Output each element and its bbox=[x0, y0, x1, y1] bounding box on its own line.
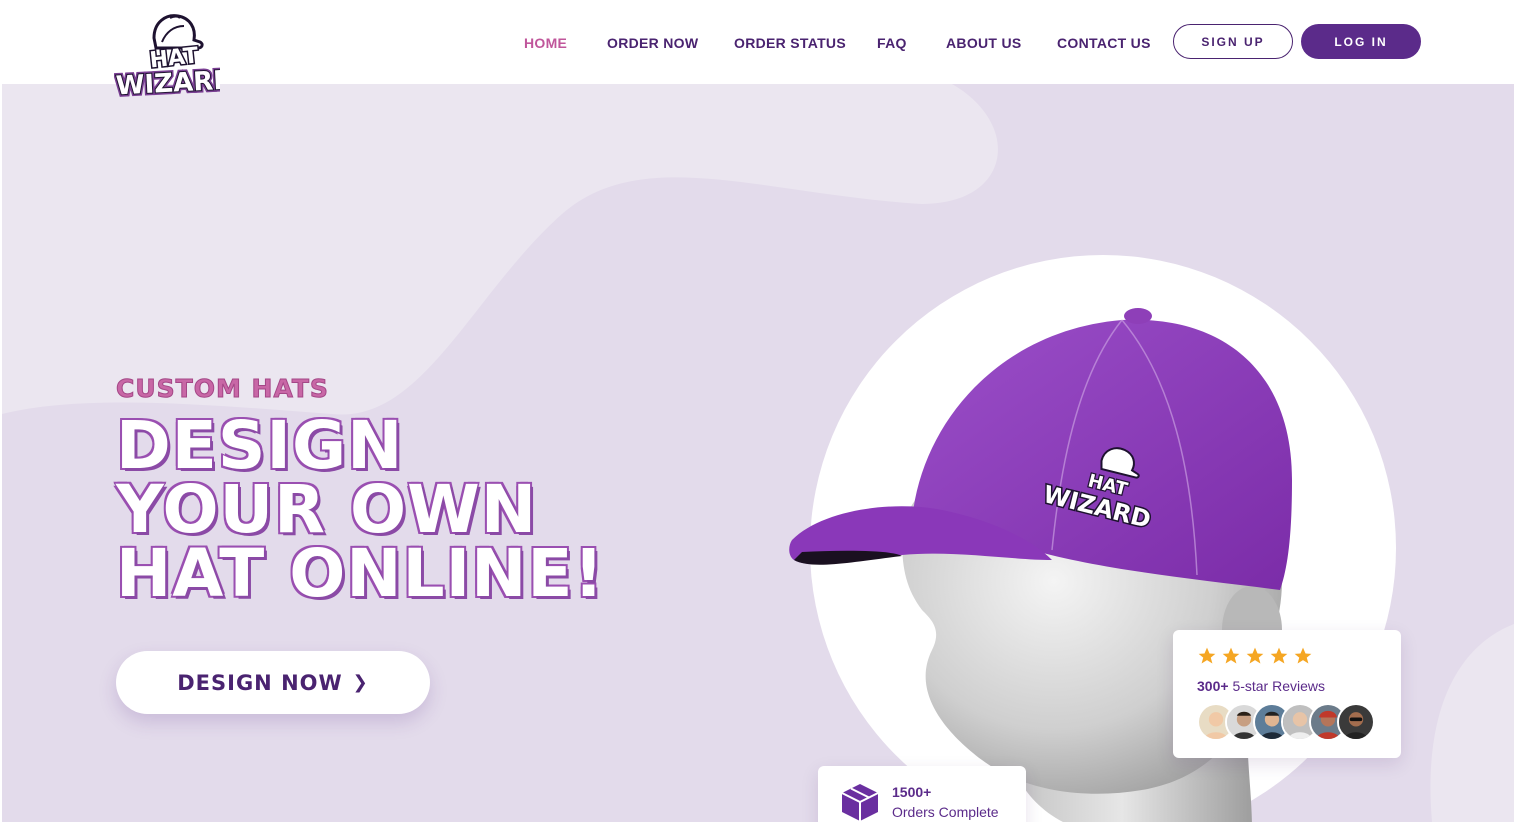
nav-home[interactable]: HOME bbox=[524, 35, 567, 51]
orders-label: Orders Complete bbox=[892, 804, 999, 820]
hero-section: CUSTOM HATS DESIGN YOUR OWN HAT ONLINE! … bbox=[2, 84, 1514, 822]
nav-order-now[interactable]: ORDER NOW bbox=[607, 35, 698, 51]
reviews-card: 300+ 5-star Reviews bbox=[1173, 630, 1401, 758]
orders-card: 1500+ Orders Complete bbox=[818, 766, 1026, 822]
star-icon bbox=[1294, 647, 1312, 664]
svg-text:WIZARD: WIZARD bbox=[115, 65, 220, 100]
star-icon bbox=[1198, 647, 1216, 664]
headline-line-1: DESIGN bbox=[115, 407, 404, 484]
nav-about-us[interactable]: ABOUT US bbox=[946, 35, 1022, 51]
sign-up-button[interactable]: SIGN UP bbox=[1173, 24, 1293, 59]
star-icon bbox=[1246, 647, 1264, 664]
nav-faq[interactable]: FAQ bbox=[877, 35, 907, 51]
log-in-button[interactable]: LOG IN bbox=[1301, 24, 1421, 59]
hat-wizard-logo[interactable]: HAT WIZARD WIZARD bbox=[114, 12, 220, 100]
reviewer-avatars bbox=[1197, 703, 1375, 741]
hero-headline: DESIGN YOUR OWN HAT ONLINE! bbox=[115, 407, 605, 612]
orders-count: 1500+ bbox=[892, 784, 932, 800]
star-icon bbox=[1222, 647, 1240, 664]
hero-eyebrow: CUSTOM HATS bbox=[116, 374, 329, 404]
avatar bbox=[1337, 703, 1375, 741]
star-icon bbox=[1270, 647, 1288, 664]
reviews-summary: 300+ 5-star Reviews bbox=[1197, 678, 1325, 694]
headline-line-2: YOUR OWN bbox=[115, 471, 538, 548]
chevron-right-icon: ❯ bbox=[352, 672, 369, 693]
nav-order-status[interactable]: ORDER STATUS bbox=[734, 35, 846, 51]
box-icon bbox=[841, 784, 879, 821]
reviews-label: 5-star Reviews bbox=[1232, 678, 1326, 694]
reviews-count: 300+ bbox=[1197, 678, 1229, 694]
design-now-button[interactable]: DESIGN NOW ❯ bbox=[116, 651, 430, 714]
rating-stars bbox=[1197, 646, 1313, 666]
nav-contact-us[interactable]: CONTACT US bbox=[1057, 35, 1151, 51]
headline-line-3: HAT ONLINE! bbox=[115, 535, 605, 612]
design-now-label: DESIGN NOW bbox=[177, 670, 343, 695]
site-header: HOME ORDER NOW ORDER STATUS FAQ ABOUT US… bbox=[0, 0, 1514, 84]
